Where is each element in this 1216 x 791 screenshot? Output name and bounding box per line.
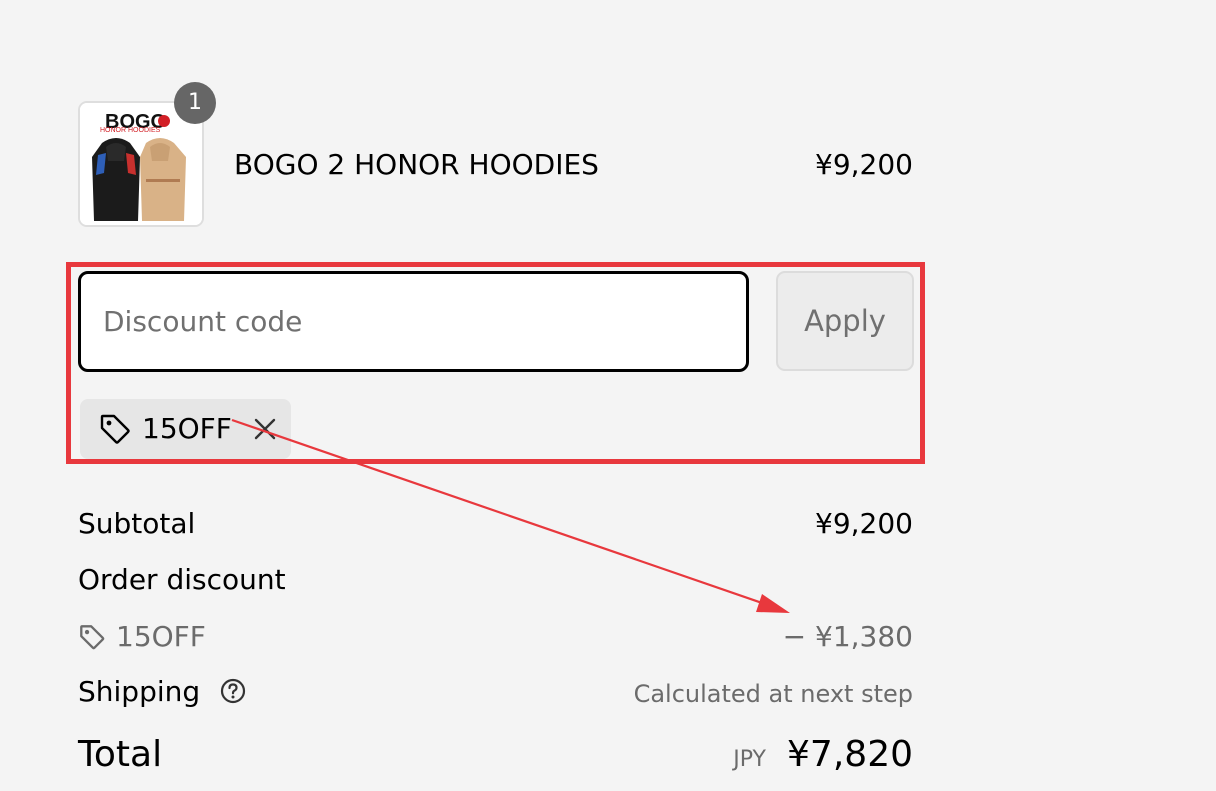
shipping-row-label: Shipping bbox=[78, 674, 247, 710]
currency-code: JPY bbox=[733, 747, 766, 772]
tag-icon bbox=[80, 625, 105, 650]
subtotal-label: Subtotal bbox=[78, 507, 196, 540]
total-label: Total bbox=[78, 734, 163, 775]
order-discount-code-line: 15OFF bbox=[78, 619, 206, 655]
total-amount: ¥7,820 bbox=[787, 734, 913, 775]
order-discount-code: 15OFF bbox=[116, 620, 206, 653]
annotation-highlight-box bbox=[66, 262, 925, 464]
hoodies-product-image: BOGO HONOR HOODIES bbox=[80, 103, 202, 225]
shipping-value: Calculated at next step bbox=[633, 680, 913, 708]
help-circle-icon[interactable] bbox=[219, 677, 247, 705]
checkout-order-summary: BOGO HONOR HOODIES 1 BOGO 2 HONOR HOODIE… bbox=[0, 0, 1216, 791]
subtotal-value: ¥9,200 bbox=[815, 507, 913, 540]
order-discount-value: − ¥1,380 bbox=[782, 620, 913, 653]
order-discount-label: Order discount bbox=[78, 563, 286, 596]
total-value-group: JPY ¥7,820 bbox=[733, 733, 913, 783]
quantity-badge: 1 bbox=[174, 82, 216, 124]
shipping-label: Shipping bbox=[78, 675, 201, 708]
product-image-subtext: HONOR HOODIES bbox=[100, 127, 161, 134]
product-price: ¥9,200 bbox=[815, 148, 913, 181]
product-name: BOGO 2 HONOR HOODIES bbox=[234, 148, 599, 181]
